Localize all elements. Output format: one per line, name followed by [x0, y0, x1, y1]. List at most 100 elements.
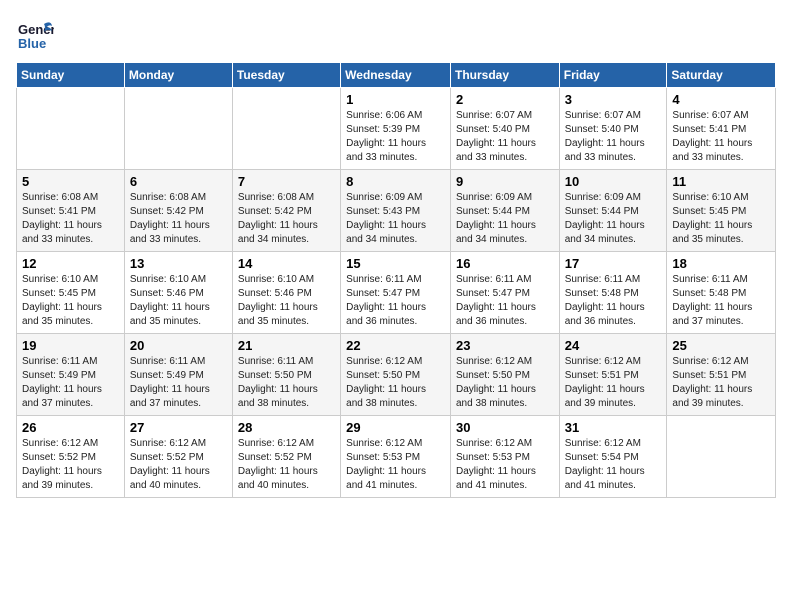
calendar-cell: 14 Sunrise: 6:10 AM Sunset: 5:46 PM Dayli…	[232, 252, 340, 334]
cell-details: Sunrise: 6:08 AM Sunset: 5:41 PM Dayligh…	[22, 191, 119, 247]
day-number: 25	[672, 338, 770, 353]
calendar-cell: 1 Sunrise: 6:06 AM Sunset: 5:39 PM Daylig…	[341, 88, 451, 170]
calendar-cell: 3 Sunrise: 6:07 AM Sunset: 5:40 PM Daylig…	[559, 88, 667, 170]
weekday-header: Monday	[124, 63, 232, 88]
cell-details: Sunrise: 6:10 AM Sunset: 5:45 PM Dayligh…	[672, 191, 770, 247]
day-number: 8	[346, 174, 445, 189]
calendar-cell: 8 Sunrise: 6:09 AM Sunset: 5:43 PM Daylig…	[341, 170, 451, 252]
day-number: 24	[565, 338, 662, 353]
calendar-cell: 11Sunrise: 6:10 AM Sunset: 5:45 PM Dayli…	[667, 170, 776, 252]
calendar-week-row: 26 Sunrise: 6:12 AM Sunset: 5:52 PM Dayli…	[17, 416, 776, 498]
calendar-table: SundayMondayTuesdayWednesdayThursdayFrid…	[16, 62, 776, 498]
calendar-week-row: 12 Sunrise: 6:10 AM Sunset: 5:45 PM Dayli…	[17, 252, 776, 334]
calendar-cell: 12 Sunrise: 6:10 AM Sunset: 5:45 PM Dayli…	[17, 252, 125, 334]
calendar-cell: 2 Sunrise: 6:07 AM Sunset: 5:40 PM Daylig…	[450, 88, 559, 170]
cell-details: Sunrise: 6:11 AM Sunset: 5:48 PM Dayligh…	[565, 273, 662, 329]
cell-details: Sunrise: 6:12 AM Sunset: 5:54 PM Dayligh…	[565, 437, 662, 493]
day-number: 5	[22, 174, 119, 189]
weekday-header: Sunday	[17, 63, 125, 88]
calendar-cell: 28Sunrise: 6:12 AM Sunset: 5:52 PM Dayli…	[232, 416, 340, 498]
weekday-header: Tuesday	[232, 63, 340, 88]
cell-details: Sunrise: 6:06 AM Sunset: 5:39 PM Dayligh…	[346, 109, 445, 165]
day-number: 12	[22, 256, 119, 271]
calendar-cell: 13 Sunrise: 6:10 AM Sunset: 5:46 PM Dayli…	[124, 252, 232, 334]
cell-details: Sunrise: 6:11 AM Sunset: 5:49 PM Dayligh…	[22, 355, 119, 411]
day-number: 10	[565, 174, 662, 189]
cell-details: Sunrise: 6:08 AM Sunset: 5:42 PM Dayligh…	[238, 191, 335, 247]
calendar-cell: 17Sunrise: 6:11 AM Sunset: 5:48 PM Dayli…	[559, 252, 667, 334]
cell-details: Sunrise: 6:09 AM Sunset: 5:43 PM Dayligh…	[346, 191, 445, 247]
calendar-cell: 27 Sunrise: 6:12 AM Sunset: 5:52 PM Dayli…	[124, 416, 232, 498]
cell-details: Sunrise: 6:12 AM Sunset: 5:52 PM Dayligh…	[130, 437, 227, 493]
day-number: 29	[346, 420, 445, 435]
cell-details: Sunrise: 6:10 AM Sunset: 5:46 PM Dayligh…	[238, 273, 335, 329]
calendar-cell: 4Sunrise: 6:07 AM Sunset: 5:41 PM Daylig…	[667, 88, 776, 170]
cell-details: Sunrise: 6:10 AM Sunset: 5:46 PM Dayligh…	[130, 273, 227, 329]
cell-details: Sunrise: 6:10 AM Sunset: 5:45 PM Dayligh…	[22, 273, 119, 329]
cell-details: Sunrise: 6:12 AM Sunset: 5:53 PM Dayligh…	[456, 437, 554, 493]
logo-icon: General Blue	[16, 16, 54, 54]
day-number: 16	[456, 256, 554, 271]
calendar-cell: 26 Sunrise: 6:12 AM Sunset: 5:52 PM Dayli…	[17, 416, 125, 498]
weekday-header: Friday	[559, 63, 667, 88]
calendar-header-row: SundayMondayTuesdayWednesdayThursdayFrid…	[17, 63, 776, 88]
cell-details: Sunrise: 6:09 AM Sunset: 5:44 PM Dayligh…	[565, 191, 662, 247]
day-number: 27	[130, 420, 227, 435]
calendar-cell: 20 Sunrise: 6:11 AM Sunset: 5:49 PM Dayli…	[124, 334, 232, 416]
cell-details: Sunrise: 6:09 AM Sunset: 5:44 PM Dayligh…	[456, 191, 554, 247]
calendar-week-row: 5 Sunrise: 6:08 AM Sunset: 5:41 PM Daylig…	[17, 170, 776, 252]
day-number: 20	[130, 338, 227, 353]
logo: General Blue	[16, 16, 54, 54]
calendar-cell: 6 Sunrise: 6:08 AM Sunset: 5:42 PM Daylig…	[124, 170, 232, 252]
day-number: 13	[130, 256, 227, 271]
day-number: 1	[346, 92, 445, 107]
day-number: 26	[22, 420, 119, 435]
day-number: 4	[672, 92, 770, 107]
calendar-cell: 10 Sunrise: 6:09 AM Sunset: 5:44 PM Dayli…	[559, 170, 667, 252]
calendar-cell: 24Sunrise: 6:12 AM Sunset: 5:51 PM Dayli…	[559, 334, 667, 416]
day-number: 2	[456, 92, 554, 107]
day-number: 15	[346, 256, 445, 271]
day-number: 14	[238, 256, 335, 271]
cell-details: Sunrise: 6:12 AM Sunset: 5:53 PM Dayligh…	[346, 437, 445, 493]
day-number: 21	[238, 338, 335, 353]
calendar-cell: 22 Sunrise: 6:12 AM Sunset: 5:50 PM Dayli…	[341, 334, 451, 416]
day-number: 18	[672, 256, 770, 271]
calendar-cell	[124, 88, 232, 170]
calendar-cell: 7Sunrise: 6:08 AM Sunset: 5:42 PM Daylig…	[232, 170, 340, 252]
cell-details: Sunrise: 6:12 AM Sunset: 5:50 PM Dayligh…	[346, 355, 445, 411]
calendar-cell	[667, 416, 776, 498]
day-number: 19	[22, 338, 119, 353]
calendar-cell: 31 Sunrise: 6:12 AM Sunset: 5:54 PM Dayli…	[559, 416, 667, 498]
cell-details: Sunrise: 6:08 AM Sunset: 5:42 PM Dayligh…	[130, 191, 227, 247]
cell-details: Sunrise: 6:07 AM Sunset: 5:40 PM Dayligh…	[565, 109, 662, 165]
calendar-cell	[232, 88, 340, 170]
calendar-cell	[17, 88, 125, 170]
calendar-cell: 29 Sunrise: 6:12 AM Sunset: 5:53 PM Dayli…	[341, 416, 451, 498]
day-number: 31	[565, 420, 662, 435]
day-number: 6	[130, 174, 227, 189]
cell-details: Sunrise: 6:11 AM Sunset: 5:47 PM Dayligh…	[346, 273, 445, 329]
cell-details: Sunrise: 6:12 AM Sunset: 5:52 PM Dayligh…	[22, 437, 119, 493]
day-number: 30	[456, 420, 554, 435]
cell-details: Sunrise: 6:11 AM Sunset: 5:50 PM Dayligh…	[238, 355, 335, 411]
calendar-cell: 25 Sunrise: 6:12 AM Sunset: 5:51 PM Dayli…	[667, 334, 776, 416]
calendar-cell: 18Sunrise: 6:11 AM Sunset: 5:48 PM Dayli…	[667, 252, 776, 334]
cell-details: Sunrise: 6:11 AM Sunset: 5:47 PM Dayligh…	[456, 273, 554, 329]
cell-details: Sunrise: 6:12 AM Sunset: 5:50 PM Dayligh…	[456, 355, 554, 411]
day-number: 22	[346, 338, 445, 353]
calendar-cell: 21 Sunrise: 6:11 AM Sunset: 5:50 PM Dayli…	[232, 334, 340, 416]
cell-details: Sunrise: 6:11 AM Sunset: 5:49 PM Dayligh…	[130, 355, 227, 411]
calendar-cell: 19 Sunrise: 6:11 AM Sunset: 5:49 PM Dayli…	[17, 334, 125, 416]
day-number: 3	[565, 92, 662, 107]
page-header: General Blue	[16, 16, 776, 54]
cell-details: Sunrise: 6:12 AM Sunset: 5:51 PM Dayligh…	[672, 355, 770, 411]
weekday-header: Wednesday	[341, 63, 451, 88]
calendar-cell: 23 Sunrise: 6:12 AM Sunset: 5:50 PM Dayli…	[450, 334, 559, 416]
weekday-header: Saturday	[667, 63, 776, 88]
cell-details: Sunrise: 6:07 AM Sunset: 5:40 PM Dayligh…	[456, 109, 554, 165]
calendar-cell: 5 Sunrise: 6:08 AM Sunset: 5:41 PM Daylig…	[17, 170, 125, 252]
calendar-cell: 16 Sunrise: 6:11 AM Sunset: 5:47 PM Dayli…	[450, 252, 559, 334]
day-number: 23	[456, 338, 554, 353]
svg-text:Blue: Blue	[18, 36, 46, 51]
